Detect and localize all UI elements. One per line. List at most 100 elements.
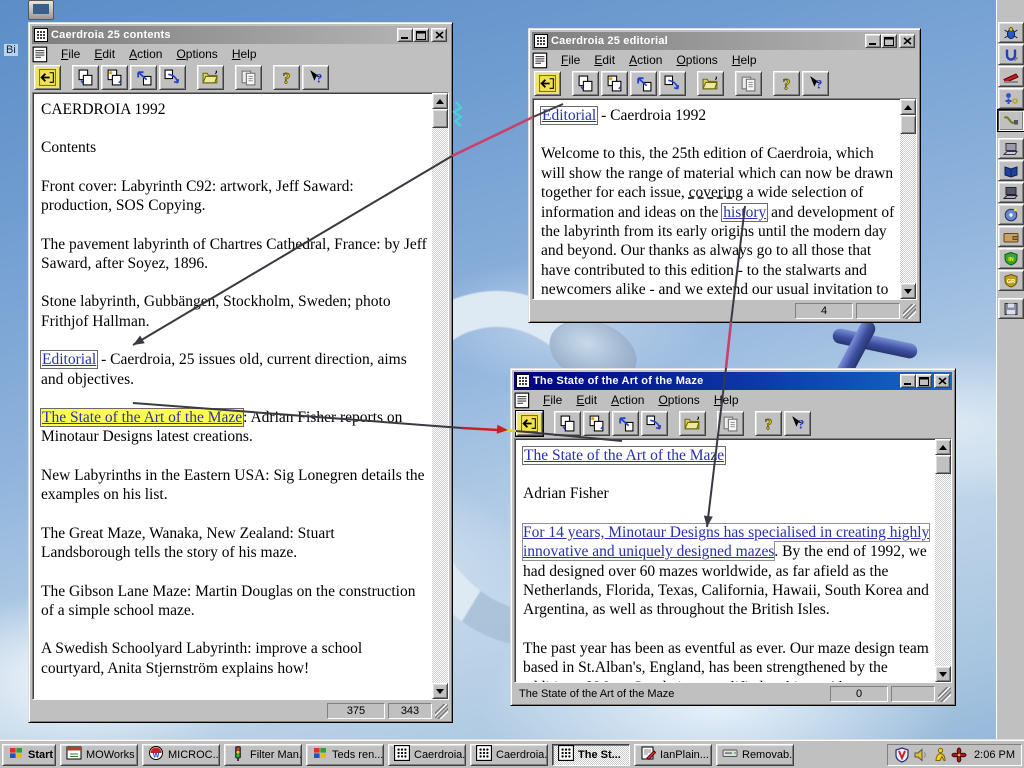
vertical-scrollbar[interactable] <box>935 439 951 682</box>
hyperlink[interactable]: The State of the Art of the Maze <box>39 408 245 428</box>
taskbar-button-removab-[interactable]: Removab... <box>716 743 794 766</box>
titlebar[interactable]: Caerdroia 25 editorial <box>532 32 917 50</box>
link-back-button[interactable] <box>630 70 657 96</box>
desktop-computer-icon[interactable] <box>28 0 54 20</box>
launcher-book-button[interactable] <box>998 160 1024 181</box>
copy-pages-button[interactable] <box>735 70 762 96</box>
menu-file[interactable]: File <box>554 52 587 68</box>
scroll-up-button[interactable] <box>935 439 951 455</box>
titlebar[interactable]: The State of the Art of the Maze <box>514 372 952 390</box>
launcher-bug-button[interactable] <box>998 22 1024 43</box>
start-button[interactable]: Start <box>2 743 56 766</box>
hyperlink[interactable]: history <box>721 202 769 222</box>
help-button[interactable]: ? <box>273 64 300 90</box>
resize-grip[interactable] <box>435 704 448 719</box>
launcher-shield-gr-button[interactable]: GR <box>998 270 1024 291</box>
link-back-button[interactable] <box>130 64 157 90</box>
link-forward-button[interactable] <box>159 64 186 90</box>
taskbar-button-moworks[interactable]: MOWorks <box>60 743 138 766</box>
taskbar-button-microc-[interactable]: W MICROC... <box>142 743 220 766</box>
vertical-scrollbar[interactable] <box>432 93 448 699</box>
copy-pages-button[interactable] <box>235 64 262 90</box>
replace-doc-button[interactable] <box>601 70 628 96</box>
resize-grip[interactable] <box>903 304 916 319</box>
hyperlink[interactable]: The State of the Art of the Maze <box>521 446 727 465</box>
maximize-button[interactable] <box>881 34 897 48</box>
taskbar-button-caerdroia-[interactable]: Caerdroia... <box>470 743 548 766</box>
context-help-button[interactable]: ? <box>784 410 811 436</box>
open-folder-button[interactable] <box>197 64 224 90</box>
taskbar-button-caerdroia-[interactable]: Caerdroia... <box>388 743 466 766</box>
menu-help[interactable]: Help <box>725 52 764 68</box>
menu-help[interactable]: Help <box>707 392 746 408</box>
close-button[interactable] <box>899 34 915 48</box>
replace-doc-button[interactable] <box>101 64 128 90</box>
maximize-button[interactable] <box>413 28 429 42</box>
speaker-icon[interactable] <box>913 747 929 763</box>
menu-action[interactable]: Action <box>604 392 651 408</box>
launcher-notebook-button[interactable] <box>998 182 1024 203</box>
menu-options[interactable]: Options <box>669 52 724 68</box>
scroll-down-button[interactable] <box>935 666 951 682</box>
link-forward-button[interactable] <box>641 410 668 436</box>
menu-help[interactable]: Help <box>225 46 264 62</box>
launcher-cable-plug-button[interactable] <box>997 109 1024 132</box>
close-button[interactable] <box>934 374 950 388</box>
menu-edit[interactable]: Edit <box>569 392 604 408</box>
maximize-button[interactable] <box>916 374 932 388</box>
antivirus-shield-icon[interactable] <box>894 746 910 763</box>
taskbar-button-filter-man-[interactable]: Filter Man... <box>224 743 302 766</box>
hyperlink[interactable]: Editorial <box>39 350 99 370</box>
launcher-laptop-button[interactable] <box>998 138 1024 159</box>
help-button[interactable]: ? <box>755 410 782 436</box>
scroll-up-button[interactable] <box>432 93 448 109</box>
exit-button[interactable] <box>534 70 561 96</box>
scroll-down-button[interactable] <box>900 283 916 299</box>
open-folder-button[interactable] <box>697 70 724 96</box>
menu-options[interactable]: Options <box>169 46 224 62</box>
launcher-cd-globe-button[interactable] <box>998 204 1024 225</box>
scroll-thumb[interactable] <box>935 455 951 474</box>
scroll-up-button[interactable] <box>900 99 916 115</box>
replace-doc-button[interactable] <box>583 410 610 436</box>
launcher-figure-key-button[interactable] <box>998 88 1024 109</box>
minimize-button[interactable] <box>397 28 413 42</box>
taskbar-button-the-st-[interactable]: The St... <box>552 743 630 766</box>
menu-file[interactable]: File <box>54 46 87 62</box>
resize-grip[interactable] <box>938 687 951 702</box>
copy-pages-button[interactable] <box>717 410 744 436</box>
menu-edit[interactable]: Edit <box>87 46 122 62</box>
context-help-button[interactable]: ? <box>302 64 329 90</box>
link-back-button[interactable] <box>612 410 639 436</box>
launcher-stapler-button[interactable] <box>998 66 1024 87</box>
close-button[interactable] <box>431 28 447 42</box>
scroll-down-button[interactable] <box>432 683 448 699</box>
scroll-thumb[interactable] <box>432 109 448 128</box>
taskbar-button-teds-ren-[interactable]: Teds ren... <box>306 743 384 766</box>
minimize-button[interactable] <box>865 34 881 48</box>
launcher-binder-pen-button[interactable] <box>998 44 1024 65</box>
context-help-button[interactable]: ? <box>802 70 829 96</box>
taskbar-button-ianplain-[interactable]: IanPlain... <box>634 743 712 766</box>
desktop-icon-label[interactable]: Bi <box>4 44 18 56</box>
menu-file[interactable]: File <box>536 392 569 408</box>
exit-button[interactable] <box>34 64 61 90</box>
launcher-wallet-button[interactable] <box>998 226 1024 247</box>
titlebar[interactable]: Caerdroia 25 contents <box>32 26 449 44</box>
launcher-disk-button[interactable] <box>998 298 1024 319</box>
copy-doc-button[interactable] <box>72 64 99 90</box>
menu-action[interactable]: Action <box>622 52 669 68</box>
link-forward-button[interactable] <box>659 70 686 96</box>
menu-action[interactable]: Action <box>122 46 169 62</box>
copy-doc-button[interactable] <box>572 70 599 96</box>
open-folder-button[interactable] <box>679 410 706 436</box>
menu-options[interactable]: Options <box>651 392 706 408</box>
help-button[interactable]: ? <box>773 70 800 96</box>
assistant-figure-icon[interactable] <box>932 747 948 763</box>
hyperlink[interactable]: covering <box>689 184 743 201</box>
scroll-thumb[interactable] <box>900 115 916 134</box>
scanner-flower-icon[interactable] <box>951 747 967 763</box>
hyperlink[interactable]: Editorial <box>539 106 599 125</box>
copy-doc-button[interactable] <box>554 410 581 436</box>
vertical-scrollbar[interactable] <box>900 99 916 299</box>
